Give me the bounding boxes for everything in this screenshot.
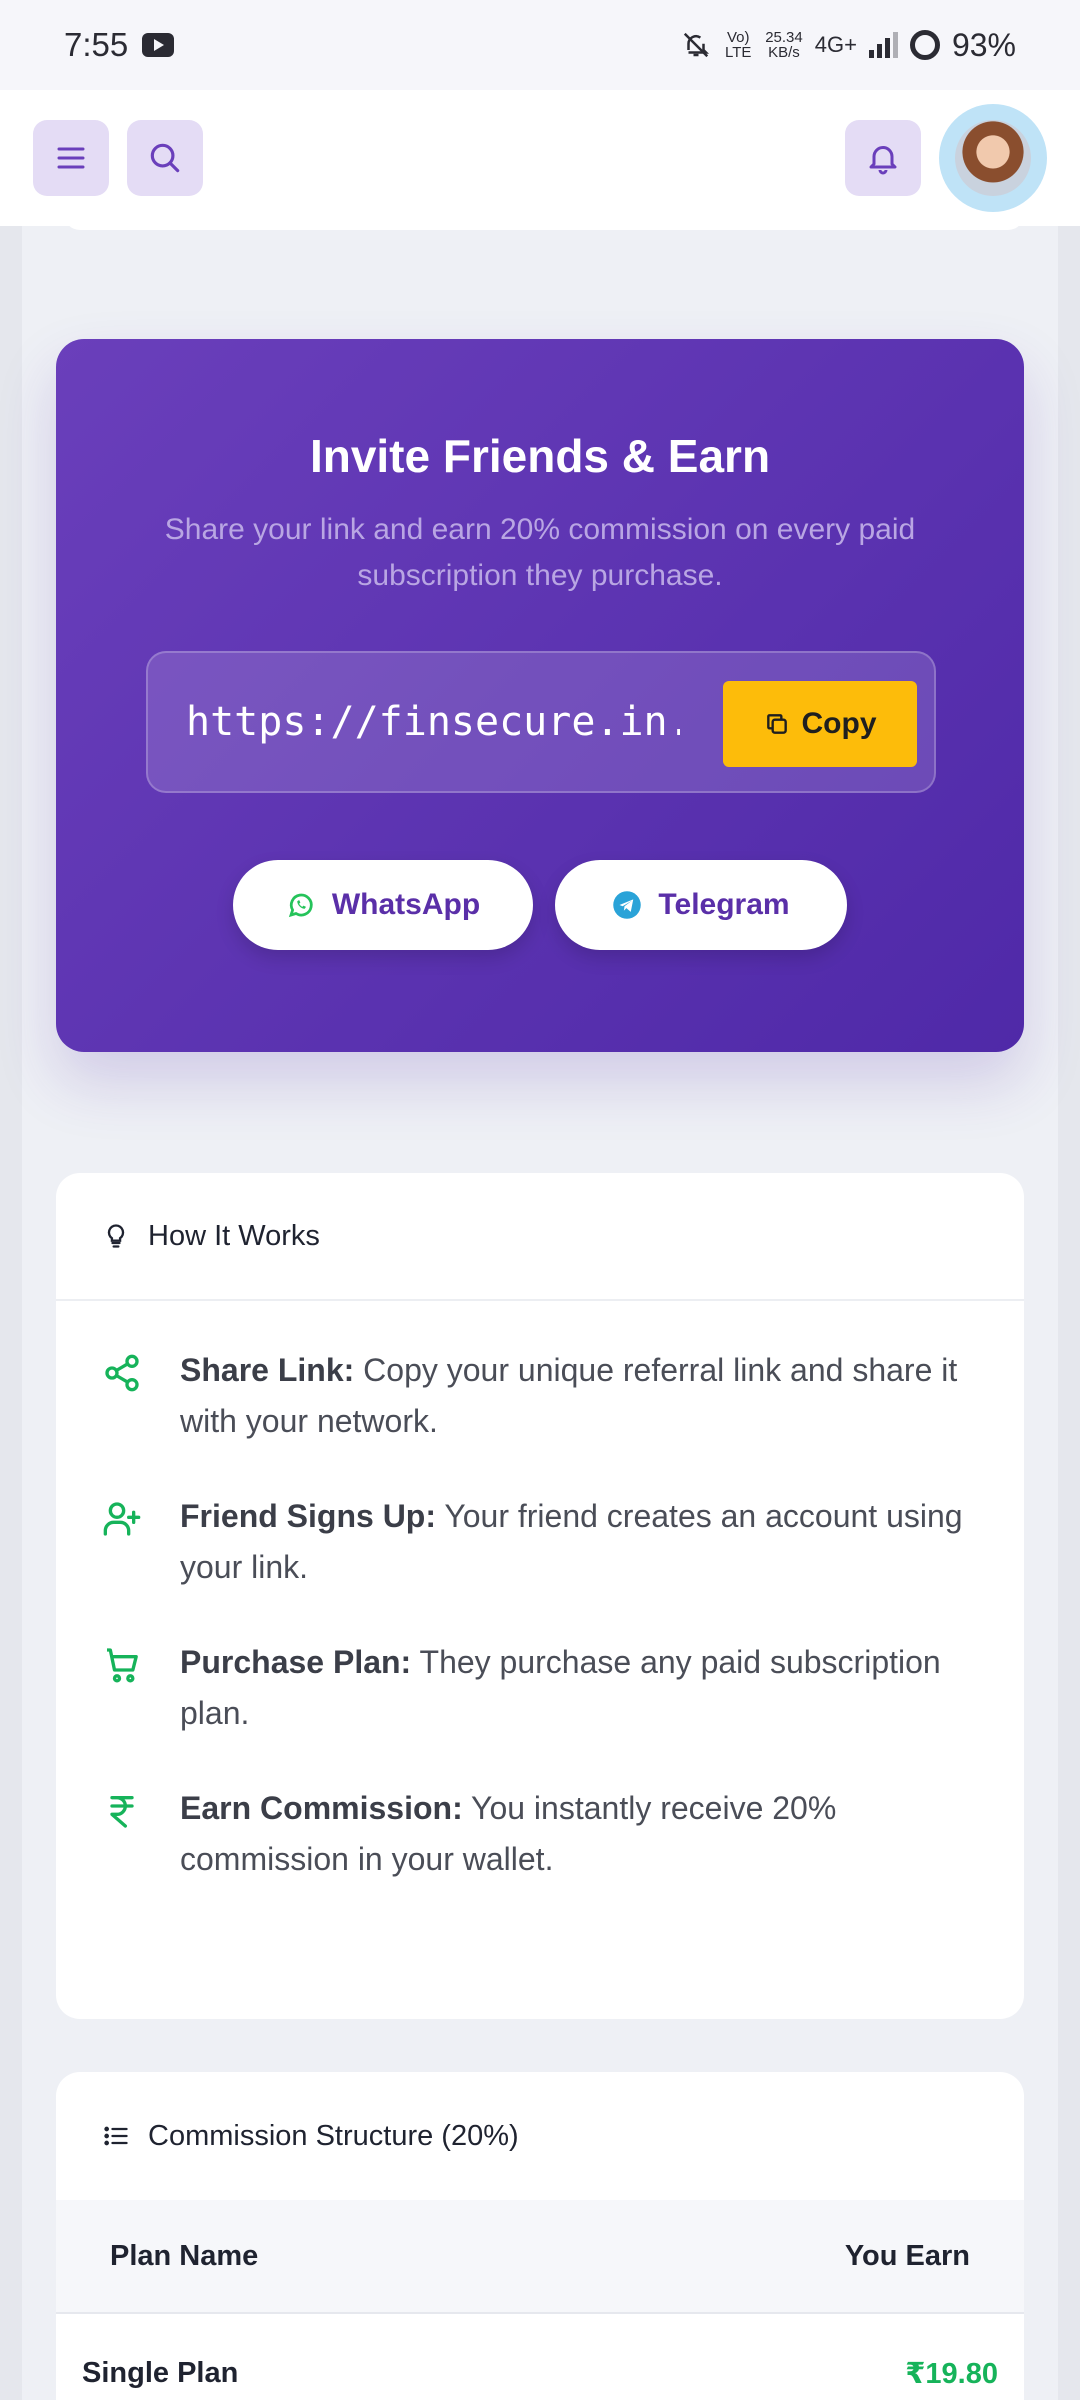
table-header: Plan Name You Earn — [56, 2200, 1024, 2314]
column-plan-name: Plan Name — [110, 2239, 259, 2272]
step-friend-signs-up: Friend Signs Up: Your friend creates an … — [102, 1491, 984, 1593]
network-speed: 25.34 KB/s — [765, 30, 803, 60]
whatsapp-label: WhatsApp — [331, 888, 481, 921]
network-type: 4G+ — [814, 32, 857, 57]
signal-icon — [868, 32, 898, 58]
notifications-button[interactable] — [845, 120, 921, 196]
step-title: Friend Signs Up: — [180, 1498, 436, 1534]
bell-icon — [869, 146, 897, 175]
app-header — [0, 90, 1080, 226]
search-icon — [150, 143, 180, 173]
cart-icon — [107, 1648, 138, 1683]
network-speed-unit: KB/s — [768, 44, 800, 61]
share-whatsapp-button[interactable]: WhatsApp — [233, 860, 533, 950]
copy-link-button[interactable]: Copy — [723, 681, 917, 767]
menu-icon — [57, 147, 85, 169]
commission-structure-card: Commission Structure (20%) Plan Name You… — [56, 2072, 1024, 2400]
step-title: Purchase Plan: — [180, 1644, 412, 1680]
lightbulb-icon — [107, 1224, 125, 1248]
invite-title: Invite Friends & Earn — [309, 430, 771, 482]
network-speed-value: 25.34 — [765, 29, 803, 46]
how-it-works-title: How It Works — [148, 1219, 320, 1252]
status-bar: 7:55 Vo) LTE 25.34 KB/s 4G+ 93% — [0, 0, 1080, 90]
user-plus-icon — [103, 1502, 141, 1536]
profile-button[interactable] — [939, 104, 1047, 212]
step-share-link: Share Link: Copy your unique referral li… — [102, 1345, 984, 1447]
how-it-works-card: How It Works Share Link: Copy your uniqu… — [56, 1173, 1024, 2019]
battery-ring-icon — [909, 30, 940, 60]
search-button[interactable] — [127, 120, 203, 196]
column-you-earn: You Earn — [844, 2239, 970, 2272]
how-it-works-header: How It Works — [56, 1173, 1024, 1301]
plan-name: Single Plan — [82, 2356, 239, 2389]
whatsapp-icon — [288, 893, 313, 918]
right-gutter — [1058, 226, 1080, 2400]
step-earn-commission: Earn Commission: You instantly receive 2… — [102, 1783, 984, 1885]
user-avatar — [955, 120, 1031, 196]
previous-card-edge — [64, 214, 1024, 230]
step-text: Friend Signs Up: Your friend creates an … — [180, 1491, 984, 1593]
list-icon — [104, 2126, 128, 2146]
share-telegram-button[interactable]: Telegram — [555, 860, 847, 950]
invite-subtitle: Share your link and earn 20% commission … — [164, 513, 916, 592]
telegram-label: Telegram — [658, 888, 790, 921]
menu-button[interactable] — [33, 120, 109, 196]
invite-card: Invite Friends & Earn Share your link an… — [56, 339, 1024, 1052]
step-title: Share Link: — [180, 1352, 355, 1388]
referral-link-field[interactable]: https://finsecure.in.n — [186, 699, 680, 745]
plan-earn: ₹19.80 — [905, 2357, 998, 2390]
rupee-icon — [110, 1796, 134, 1828]
status-time: 7:55 — [64, 26, 129, 63]
copy-icon — [766, 714, 787, 734]
youtube-notification-icon — [142, 33, 175, 57]
commission-title: Commission Structure (20%) — [148, 2119, 519, 2152]
commission-header: Commission Structure (20%) — [56, 2072, 1024, 2200]
status-indicators: Vo) LTE 25.34 KB/s 4G+ 93% — [681, 27, 1016, 64]
volte-indicator: Vo) LTE — [725, 29, 752, 61]
table-row: Single Plan ₹19.80 — [56, 2314, 1024, 2400]
step-title: Earn Commission: — [180, 1790, 463, 1826]
telegram-icon — [613, 891, 642, 919]
left-gutter — [0, 226, 22, 2400]
mute-bell-icon — [684, 32, 710, 58]
step-text: Purchase Plan: They purchase any paid su… — [180, 1637, 984, 1739]
referral-link-box: https://finsecure.in.n Copy — [146, 651, 936, 793]
step-text: Share Link: Copy your unique referral li… — [180, 1345, 984, 1447]
battery-percent: 93% — [951, 26, 1016, 63]
share-icon — [105, 1354, 139, 1392]
step-text: Earn Commission: You instantly receive 2… — [180, 1783, 984, 1885]
step-purchase-plan: Purchase Plan: They purchase any paid su… — [102, 1637, 984, 1739]
copy-label: Copy — [801, 707, 877, 740]
